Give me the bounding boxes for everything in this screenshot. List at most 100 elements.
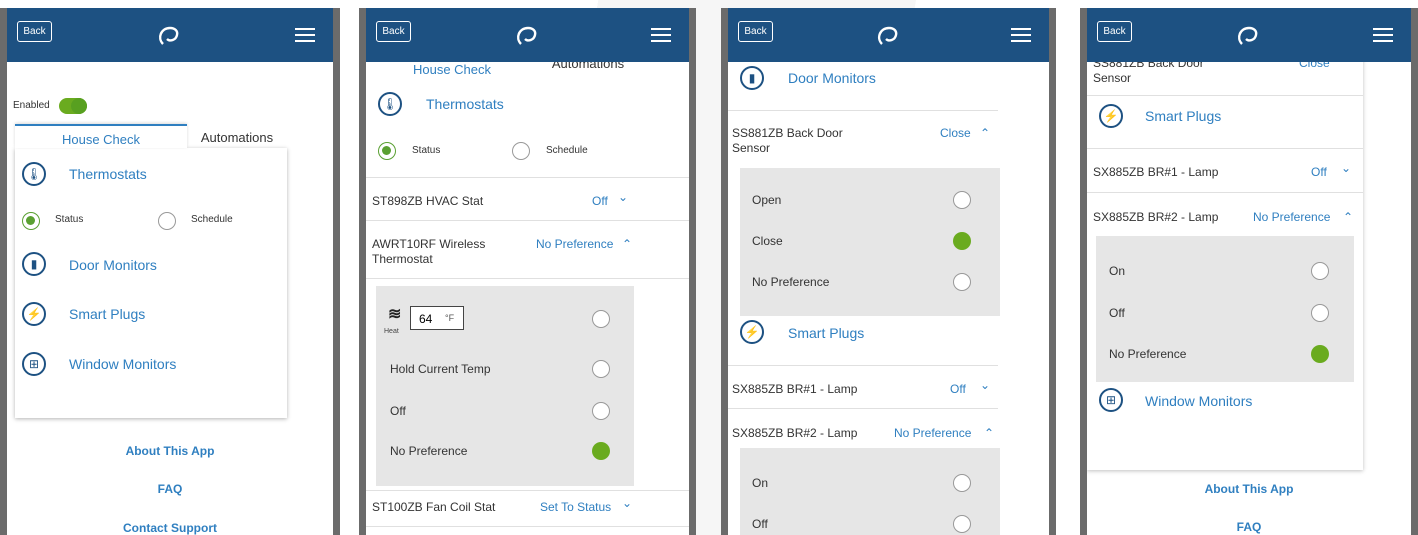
- window-icon: ⊞: [1099, 388, 1123, 412]
- screenshot-collage: Back Enabled House Check Automations 🌡 T…: [0, 0, 1418, 535]
- nopref-radio[interactable]: [592, 442, 610, 460]
- device-row-label: ST100ZB Fan Coil Stat: [372, 500, 496, 514]
- device-row-value[interactable]: Set To Status: [540, 500, 611, 514]
- door-icon: ▮: [22, 252, 46, 276]
- section-thermostats[interactable]: Thermostats: [426, 96, 504, 112]
- divider: [1087, 148, 1363, 149]
- back-button[interactable]: Back: [376, 21, 411, 42]
- content-area: SS881ZB Back Door Sensor Close ⚡ Smart P…: [1087, 62, 1411, 535]
- enabled-toggle[interactable]: [59, 98, 87, 114]
- section-door-monitors[interactable]: Door Monitors: [788, 70, 876, 86]
- menu-icon[interactable]: [1011, 28, 1031, 46]
- option-nopref-label: No Preference: [752, 275, 830, 289]
- section-door-monitors[interactable]: Door Monitors: [69, 257, 157, 273]
- section-smart-plugs[interactable]: Smart Plugs: [788, 325, 864, 341]
- divider: [366, 526, 689, 527]
- device-row-label: SX885ZB BR#2 - Lamp: [1093, 210, 1219, 224]
- on-radio[interactable]: [953, 474, 971, 492]
- chevron-up-icon[interactable]: ⌃: [984, 426, 994, 440]
- divider: [366, 220, 689, 221]
- device-row-value[interactable]: Off: [1311, 165, 1327, 179]
- app-logo-icon: [159, 26, 179, 45]
- faq-link[interactable]: FAQ: [1087, 520, 1411, 534]
- tab-automations[interactable]: Automations: [187, 130, 287, 145]
- menu-icon[interactable]: [1373, 28, 1393, 46]
- off-radio[interactable]: [592, 402, 610, 420]
- chevron-up-icon[interactable]: ⌃: [1343, 210, 1353, 224]
- section-smart-plugs[interactable]: Smart Plugs: [1145, 108, 1221, 124]
- menu-icon[interactable]: [651, 28, 671, 46]
- app-header: Back: [366, 8, 689, 62]
- app-header: Back: [1087, 8, 1411, 62]
- divider: [366, 177, 689, 178]
- open-radio[interactable]: [953, 191, 971, 209]
- content-area: Enabled House Check Automations 🌡 Thermo…: [7, 62, 333, 535]
- device-row-value[interactable]: Close: [1299, 62, 1330, 70]
- chevron-down-icon[interactable]: ⌄: [618, 190, 628, 204]
- chevron-up-icon[interactable]: ⌃: [622, 237, 632, 251]
- plug-icon: ⚡: [740, 320, 764, 344]
- thermometer-icon: 🌡: [378, 92, 402, 116]
- tab-house-check[interactable]: House Check: [15, 124, 187, 148]
- heat-label: Heat: [384, 328, 399, 335]
- schedule-radio[interactable]: [512, 142, 530, 160]
- nopref-radio[interactable]: [1311, 345, 1329, 363]
- heat-temp-input[interactable]: 64 °F: [410, 306, 464, 330]
- chevron-up-icon[interactable]: ⌃: [980, 126, 990, 140]
- phone-screen-2: Back House Check Automations 🌡 Thermosta…: [366, 8, 689, 535]
- faq-link[interactable]: FAQ: [7, 482, 333, 496]
- divider: [728, 408, 998, 409]
- thermometer-icon: 🌡: [22, 162, 46, 186]
- app-header: Back: [728, 8, 1049, 62]
- chevron-down-icon[interactable]: ⌄: [1341, 161, 1351, 175]
- plug-icon: ⚡: [22, 302, 46, 326]
- nopref-radio[interactable]: [953, 273, 971, 291]
- device-row-label: SX885ZB BR#1 - Lamp: [1093, 165, 1219, 179]
- off-radio[interactable]: [1311, 304, 1329, 322]
- about-link[interactable]: About This App: [7, 444, 333, 458]
- plug-icon: ⚡: [1099, 104, 1123, 128]
- device-row-value[interactable]: Close: [940, 126, 971, 140]
- device-row-value[interactable]: No Preference: [894, 426, 971, 440]
- device-row-value[interactable]: No Preference: [536, 237, 613, 251]
- status-radio[interactable]: [378, 142, 396, 160]
- on-radio[interactable]: [1311, 262, 1329, 280]
- section-window-monitors[interactable]: Window Monitors: [69, 356, 176, 372]
- tab-house-check-label: House Check: [61, 132, 141, 147]
- section-smart-plugs[interactable]: Smart Plugs: [69, 306, 145, 322]
- device-row-value[interactable]: No Preference: [1253, 210, 1330, 224]
- close-radio[interactable]: [953, 232, 971, 250]
- tab-automations[interactable]: Automations: [538, 62, 638, 71]
- schedule-radio[interactable]: [158, 212, 176, 230]
- divider: [1087, 192, 1363, 193]
- door-icon: ▮: [740, 66, 764, 90]
- hold-radio[interactable]: [592, 360, 610, 378]
- back-button[interactable]: Back: [1097, 21, 1132, 42]
- menu-icon[interactable]: [295, 28, 315, 46]
- device-row-value[interactable]: Off: [592, 194, 608, 208]
- option-open-label: Open: [752, 193, 782, 207]
- content-area: House Check Automations 🌡 Thermostats St…: [366, 62, 689, 535]
- option-close-label: Close: [752, 234, 783, 248]
- about-link[interactable]: About This App: [1087, 482, 1411, 496]
- app-header: Back: [7, 8, 333, 62]
- back-button[interactable]: Back: [738, 21, 773, 42]
- phone-frame-2: Back House Check Automations 🌡 Thermosta…: [359, 8, 696, 535]
- contact-support-link[interactable]: Contact Support: [7, 521, 333, 535]
- app-logo-icon: [1238, 26, 1258, 45]
- chevron-down-icon[interactable]: ⌄: [622, 496, 632, 510]
- phone-frame-3: Back ▮ Door Monitors SS881ZB Back Door S…: [721, 8, 1056, 535]
- phone-frame-1: Back Enabled House Check Automations 🌡 T…: [0, 8, 340, 535]
- heat-radio[interactable]: [592, 310, 610, 328]
- status-radio[interactable]: [22, 212, 40, 230]
- off-radio[interactable]: [953, 515, 971, 533]
- chevron-down-icon[interactable]: ⌄: [980, 378, 990, 392]
- section-thermostats[interactable]: Thermostats: [69, 166, 147, 182]
- divider: [728, 110, 998, 111]
- section-window-monitors[interactable]: Window Monitors: [1145, 393, 1252, 409]
- device-row-value[interactable]: Off: [950, 382, 966, 396]
- device-row-label: SS881ZB Back Door Sensor: [1093, 62, 1204, 85]
- phone-screen-1: Back Enabled House Check Automations 🌡 T…: [7, 8, 333, 535]
- back-button[interactable]: Back: [17, 21, 52, 42]
- tab-house-check[interactable]: House Check: [366, 62, 538, 80]
